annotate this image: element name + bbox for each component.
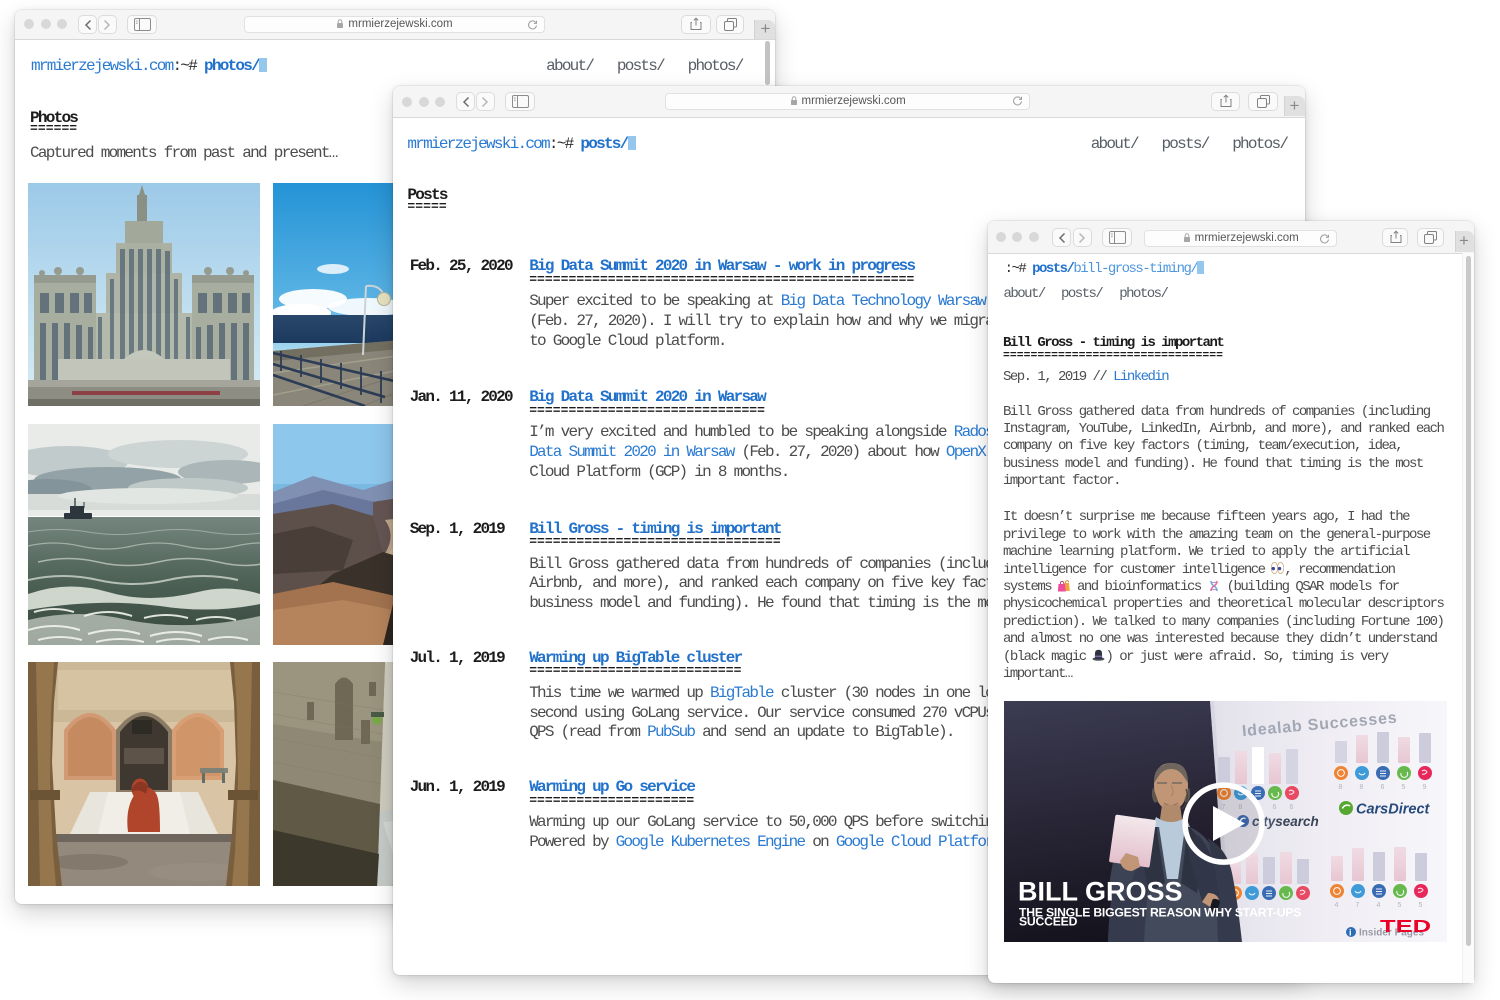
svg-text:8: 8 <box>1339 784 1343 791</box>
svg-text:6: 6 <box>1273 804 1277 811</box>
svg-text:8: 8 <box>1360 784 1364 791</box>
svg-text:7: 7 <box>1356 902 1360 909</box>
svg-text:5: 5 <box>1419 902 1423 909</box>
svg-text:CarsDirect: CarsDirect <box>1356 801 1431 817</box>
svg-text:6: 6 <box>1290 804 1294 811</box>
svg-text:6: 6 <box>1381 784 1385 791</box>
svg-text:4: 4 <box>1377 902 1381 909</box>
svg-text:5: 5 <box>1398 902 1402 909</box>
svg-text:SUCCEED: SUCCEED <box>1019 914 1078 928</box>
svg-text:9: 9 <box>1423 784 1427 791</box>
svg-text:TED: TED <box>1380 915 1431 935</box>
svg-text:5: 5 <box>1402 784 1406 791</box>
svg-text:i: i <box>1349 927 1352 937</box>
svg-text:4: 4 <box>1335 902 1339 909</box>
svg-text:BILL GROSS: BILL GROSS <box>1018 876 1183 906</box>
